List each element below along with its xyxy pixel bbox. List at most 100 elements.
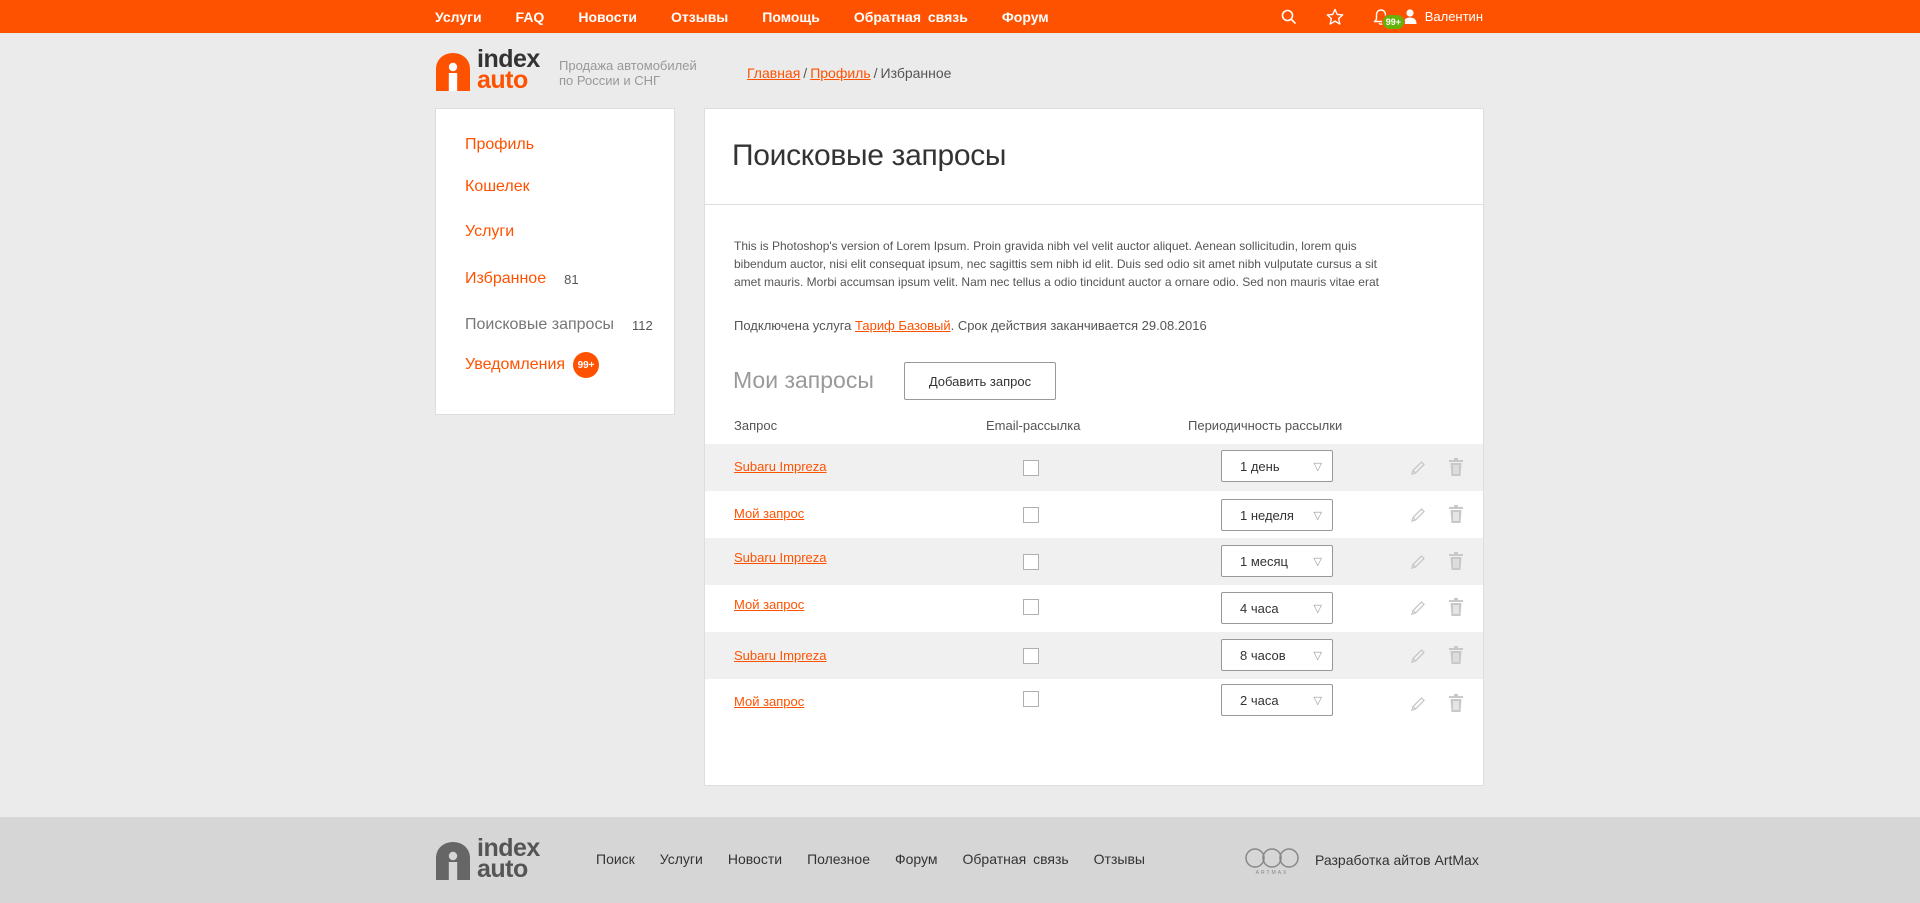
period-select-value: 1 неделя (1240, 507, 1294, 523)
breadcrumb-separator: / (873, 65, 878, 81)
breadcrumb-profile[interactable]: Профиль (810, 65, 870, 81)
topnav-link-forum[interactable]: Форум (1002, 9, 1049, 25)
pencil-icon[interactable] (1409, 458, 1427, 478)
pencil-icon[interactable] (1409, 552, 1427, 572)
breadcrumb-separator: / (803, 65, 808, 81)
table-row: Мой запрос 1 неделя ▽ (705, 491, 1483, 538)
description-line-3: amet mauris. Morbi accumsan ipsum velit.… (734, 275, 1379, 289)
footer-link-services[interactable]: Услуги (660, 851, 703, 867)
query-link[interactable]: Мой запрос (734, 694, 804, 709)
chevron-down-icon: ▽ (1313, 510, 1322, 522)
site-logo[interactable]: index auto (435, 47, 540, 93)
notifications-badge: 99+ (573, 352, 600, 378)
search-queries-count: 112 (631, 317, 653, 333)
trash-icon[interactable] (1447, 645, 1465, 665)
sidebar-item-profile[interactable]: Профиль (465, 136, 534, 154)
period-select-value: 8 часов (1240, 647, 1286, 663)
table-row: Мой запрос 2 часа ▽ (705, 679, 1483, 726)
sidebar-item-favorites[interactable]: Избранное 81 (465, 270, 579, 288)
period-select[interactable]: 1 неделя ▽ (1221, 499, 1333, 531)
topnav-link-feedback[interactable]: Обратная связь (854, 9, 968, 25)
period-select[interactable]: 1 месяц ▽ (1221, 545, 1333, 577)
pencil-icon[interactable] (1409, 505, 1427, 525)
user-name: Валентин (1424, 9, 1483, 24)
email-checkbox[interactable] (1023, 648, 1039, 664)
table-row: Subaru Impreza 8 часов ▽ (705, 632, 1483, 679)
bell-icon[interactable]: 99+ (1371, 7, 1405, 30)
artmax-logo: ARTMAX (1245, 848, 1299, 876)
developer-credit[interactable]: ARTMAX Разработка айтов ArtMax (1243, 844, 1479, 876)
period-select-value: 4 часа (1240, 600, 1279, 616)
topnav-link-help[interactable]: Помощь (762, 9, 820, 25)
topnav-link-news[interactable]: Новости (578, 9, 637, 25)
topnav-link-faq[interactable]: FAQ (516, 9, 545, 25)
footer-link-news[interactable]: Новости (728, 851, 782, 867)
topnav-link-services[interactable]: Услуги (435, 9, 482, 25)
pencil-icon[interactable] (1409, 694, 1427, 714)
favorites-count: 81 (564, 271, 579, 287)
email-checkbox[interactable] (1023, 599, 1039, 615)
sidebar-item-label: Избранное (465, 270, 547, 287)
trash-icon[interactable] (1447, 693, 1465, 713)
period-select-value: 1 день (1240, 458, 1280, 474)
search-icon[interactable] (1279, 7, 1299, 27)
query-link[interactable]: Subaru Impreza (734, 459, 827, 474)
trash-icon[interactable] (1447, 597, 1465, 617)
table-row: Subaru Impreza 1 день ▽ (705, 444, 1483, 491)
sidebar-item-label: Поисковые запросы (465, 316, 614, 333)
trash-icon[interactable] (1447, 504, 1465, 524)
email-checkbox[interactable] (1023, 691, 1039, 707)
chevron-down-icon: ▽ (1313, 650, 1322, 662)
column-header-email: Email-рассылка (986, 418, 1081, 433)
star-icon[interactable] (1325, 7, 1345, 27)
footer-link-useful[interactable]: Полезное (807, 851, 870, 867)
period-select[interactable]: 4 часа ▽ (1221, 592, 1333, 624)
user-menu[interactable]: Валентин (1403, 9, 1483, 24)
chevron-down-icon: ▽ (1313, 603, 1322, 615)
trash-icon[interactable] (1447, 551, 1465, 571)
page-title: Поисковые запросы (732, 139, 1007, 172)
footer-link-search[interactable]: Поиск (596, 851, 635, 867)
footer-logo-wordmark: index auto (477, 836, 540, 882)
breadcrumb-home[interactable]: Главная (747, 65, 800, 81)
trash-icon[interactable] (1447, 457, 1465, 477)
period-select[interactable]: 8 часов ▽ (1221, 639, 1333, 671)
add-request-button[interactable]: Добавить запрос (904, 362, 1056, 400)
period-select[interactable]: 2 часа ▽ (1221, 684, 1333, 716)
query-link[interactable]: Subaru Impreza (734, 648, 827, 663)
table-row: Мой запрос 4 часа ▽ (705, 585, 1483, 632)
query-link[interactable]: Мой запрос (734, 506, 804, 521)
column-header-query: Запрос (734, 418, 778, 433)
email-checkbox[interactable] (1023, 507, 1039, 523)
footer-link-forum[interactable]: Форум (895, 851, 938, 867)
footer-link-feedback[interactable]: Обратная связь (963, 851, 1069, 867)
logo-wordmark: index auto (477, 47, 540, 93)
sidebar-item-label: Услуги (465, 223, 515, 240)
footer-link-reviews[interactable]: Отзывы (1094, 851, 1145, 867)
site-tagline: Продажа автомобилей по России и СНГ (559, 58, 719, 88)
logo-mark-icon (436, 53, 470, 91)
sidebar-item-search-queries[interactable]: Поисковые запросы 112 (465, 316, 653, 334)
chevron-down-icon: ▽ (1313, 556, 1322, 568)
email-checkbox[interactable] (1023, 554, 1039, 570)
notification-badge: 99+ (1381, 13, 1405, 30)
tariff-link[interactable]: Тариф Базовый (855, 318, 951, 333)
breadcrumb: Главная / Профиль / Избранное (747, 65, 951, 81)
sidebar-item-services[interactable]: Услуги (465, 223, 514, 241)
footer-logo-mark-icon (436, 842, 470, 880)
pencil-icon[interactable] (1409, 646, 1427, 666)
email-checkbox[interactable] (1023, 460, 1039, 476)
footer-logo[interactable]: index auto (435, 836, 540, 882)
topnav-link-reviews[interactable]: Отзывы (671, 9, 728, 25)
developer-text: Разработка айтов ArtMax (1315, 852, 1479, 868)
sidebar-item-wallet[interactable]: Кошелек (465, 178, 530, 196)
sidebar-item-notifications[interactable]: Уведомления 99+ (465, 352, 600, 378)
service-status: Подключена услуга Тариф Базовый. Срок де… (734, 318, 1207, 333)
query-link[interactable]: Мой запрос (734, 597, 804, 612)
artmax-logo-text: ARTMAX (1256, 870, 1289, 876)
top-nav: Услуги FAQ Новости Отзывы Помощь Обратна… (435, 0, 1083, 33)
query-link[interactable]: Subaru Impreza (734, 550, 827, 565)
period-select[interactable]: 1 день ▽ (1221, 450, 1333, 482)
pencil-icon[interactable] (1409, 598, 1427, 618)
profile-sidebar: Профиль Кошелек Услуги Избранное 81 Поис… (435, 108, 675, 415)
